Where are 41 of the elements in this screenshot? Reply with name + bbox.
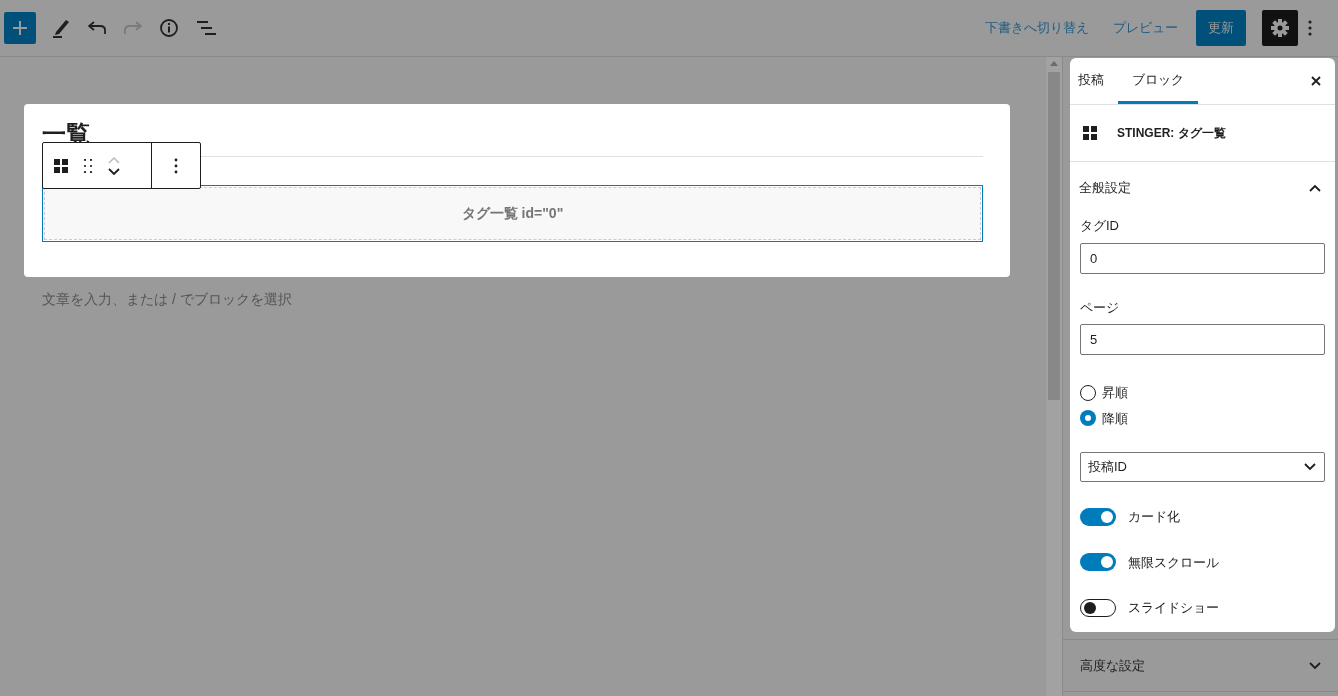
panel-header[interactable]: 高度な設定 [1063,640,1338,692]
close-icon[interactable] [1311,76,1321,86]
field-label: ページ [1080,298,1119,317]
toggle-switch[interactable] [1080,598,1116,617]
scrollbar[interactable] [1046,57,1062,696]
tag-list-block[interactable]: タグ一覧 id="0" [42,185,983,242]
block-type-icon [1083,126,1097,140]
add-block-button[interactable] [4,12,36,44]
block-options-icon[interactable] [174,157,178,174]
panel-header[interactable]: 全般設定 [1070,162,1335,214]
settings-button[interactable] [1262,10,1298,46]
chevron-icon [1309,661,1321,670]
toggle-label: カード化 [1128,508,1180,526]
toggle-switch[interactable] [1080,553,1116,572]
block-preview-text: タグ一覧 id="0" [461,204,564,223]
move-down-icon[interactable] [108,167,120,175]
field-label: タグID [1080,217,1119,235]
chevron-icon [1309,184,1321,192]
drag-handle-icon[interactable] [83,158,93,173]
radio-button[interactable] [1080,410,1096,427]
block-title: STINGER: タグ一覧 [1117,125,1226,142]
plus-icon [12,20,28,36]
toggle-label: 無限スクロール [1128,553,1219,572]
input-field[interactable]: 5 [1080,324,1325,355]
radio-button[interactable] [1080,384,1096,401]
toggle-switch[interactable] [1080,507,1116,526]
gear-icon [1270,18,1290,38]
chevron-icon [1304,463,1316,471]
toggle-label: スライドショー [1128,599,1219,617]
pen-icon[interactable] [52,18,70,38]
block-type-icon [54,158,68,173]
undo-icon[interactable] [88,21,106,35]
sidebar-tab[interactable]: 投稿 [1078,58,1118,104]
input-field[interactable]: 0 [1080,242,1325,274]
radio-label: 降順 [1102,409,1128,428]
list-view-icon[interactable] [196,20,216,36]
more-options-icon[interactable] [1308,20,1312,36]
sidebar-tab[interactable]: ブロック [1118,58,1198,104]
info-icon[interactable] [160,19,178,37]
radio-label: 昇順 [1102,384,1128,402]
sort-select[interactable]: 投稿ID [1080,452,1325,482]
